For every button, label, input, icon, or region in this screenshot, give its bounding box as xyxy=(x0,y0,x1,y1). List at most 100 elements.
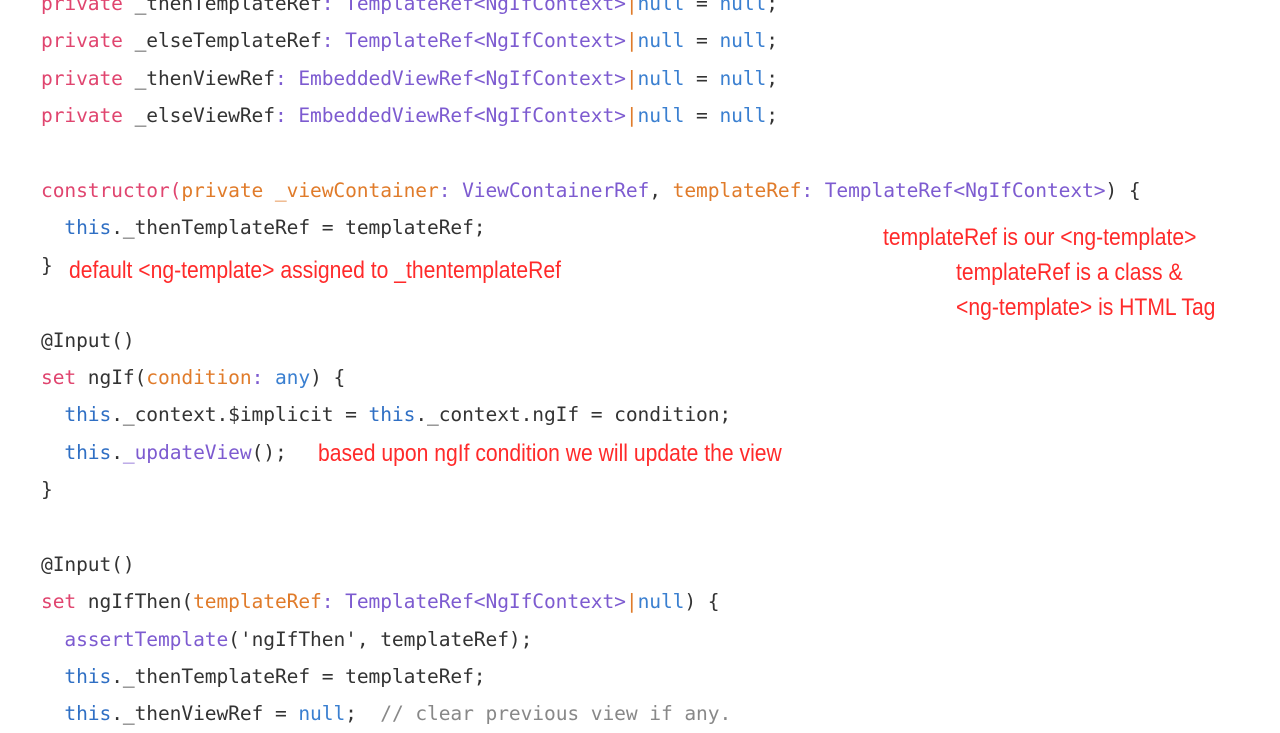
code-token: private _viewContainer xyxy=(181,178,439,202)
annotation-template-ref-2: templateRef is a class & xyxy=(956,259,1183,286)
code-token: this xyxy=(368,403,416,427)
code-line: private _thenViewRef: EmbeddedViewRef<Ng… xyxy=(41,60,1141,97)
code-token: | xyxy=(625,590,638,614)
code-token: : TemplateRef<NgIfContext> xyxy=(321,29,626,53)
code-token: , xyxy=(649,178,673,202)
code-token: condition xyxy=(146,365,252,389)
code-token: private xyxy=(41,104,135,128)
code-token: = xyxy=(684,0,720,15)
code-line: @Input() xyxy=(41,546,1141,583)
code-token: (); xyxy=(251,440,287,464)
code-token: ._context.$implicit = xyxy=(111,403,369,427)
code-token: this xyxy=(64,216,112,240)
code-token: = xyxy=(684,29,720,53)
code-token: set xyxy=(41,365,88,389)
code-token: private xyxy=(41,29,135,53)
code-token: ._thenTemplateRef = templateRef; xyxy=(111,216,486,240)
code-token: null xyxy=(637,0,685,15)
code-token: null xyxy=(719,104,767,128)
code-token: ngIfThen( xyxy=(87,590,194,614)
code-token: private xyxy=(41,0,135,15)
code-token: ; xyxy=(766,104,778,128)
code-token: assertTemplate xyxy=(64,627,229,651)
code-token: | xyxy=(625,29,638,53)
code-token: set xyxy=(41,590,88,614)
code-line: assertTemplate('ngIfThen', templateRef); xyxy=(41,621,1141,658)
annotation-default-template: default <ng-template> assigned to _thent… xyxy=(69,257,561,284)
code-token: ._thenViewRef = xyxy=(111,702,299,726)
code-token: : TemplateRef<NgIfContext> xyxy=(321,0,626,15)
code-line: this._thenTemplateRef = templateRef; xyxy=(41,658,1141,695)
annotation-template-ref-1: templateRef is our <ng-template> xyxy=(883,224,1197,251)
code-token: ._context.ngIf = condition; xyxy=(415,403,732,427)
code-token: null xyxy=(719,66,767,90)
code-token: _updateView xyxy=(122,440,252,464)
code-token: ; xyxy=(766,29,778,53)
code-token: : EmbeddedViewRef<NgIfContext> xyxy=(274,66,626,90)
code-token: null xyxy=(637,590,685,614)
code-token: @Input() xyxy=(41,328,135,352)
code-token: = xyxy=(684,104,720,128)
code-token: ; xyxy=(766,66,778,90)
code-token: this xyxy=(64,440,112,464)
code-token: = xyxy=(684,66,720,90)
code-token: : xyxy=(251,365,275,389)
code-line: private _elseTemplateRef: TemplateRef<Ng… xyxy=(41,22,1141,59)
code-token: } xyxy=(41,478,53,502)
code-line: private _thenTemplateRef: TemplateRef<Ng… xyxy=(41,0,1141,22)
annotation-template-ref-3: <ng-template> is HTML Tag xyxy=(956,294,1216,321)
code-token: : TemplateRef<NgIfContext> xyxy=(801,178,1106,202)
code-token: : EmbeddedViewRef<NgIfContext> xyxy=(274,104,626,128)
code-token: . xyxy=(111,440,123,464)
code-token: null xyxy=(719,29,767,53)
code-token: ngIf( xyxy=(87,365,147,389)
code-token: this xyxy=(64,665,112,689)
code-line: constructor(private _viewContainer: View… xyxy=(41,172,1141,209)
code-token: ) { xyxy=(684,590,720,614)
code-line: this._thenViewRef = null; // clear previ… xyxy=(41,695,1141,732)
code-token: null xyxy=(637,104,685,128)
code-token: templateRef xyxy=(672,178,802,202)
code-line: private _elseViewRef: EmbeddedViewRef<Ng… xyxy=(41,97,1141,134)
code-token: | xyxy=(625,0,638,15)
code-token: this xyxy=(64,702,112,726)
code-token: null xyxy=(719,0,767,15)
code-token: | xyxy=(625,104,638,128)
code-token: constructor( xyxy=(41,178,182,202)
code-token: templateRef xyxy=(193,590,322,614)
code-token: null xyxy=(637,66,685,90)
code-token: : ViewContainerRef xyxy=(438,178,650,202)
code-token: null xyxy=(298,702,346,726)
code-line: this._context.$implicit = this._context.… xyxy=(41,396,1141,433)
code-token: | xyxy=(625,66,638,90)
code-token: ) { xyxy=(310,365,346,389)
code-token: ; xyxy=(345,702,381,726)
code-token: _elseTemplateRef xyxy=(134,29,322,53)
code-line: set ngIfThen(templateRef: TemplateRef<Ng… xyxy=(41,583,1141,620)
annotation-ngif-update: based upon ngIf condition we will update… xyxy=(318,440,782,467)
code-token: _thenViewRef xyxy=(134,66,275,90)
code-token: ('ngIfThen', templateRef); xyxy=(228,627,533,651)
code-token: null xyxy=(637,29,685,53)
code-token: private xyxy=(41,66,135,90)
code-block: private _thenTemplateRef: TemplateRef<Ng… xyxy=(41,0,1141,733)
code-line: set ngIf(condition: any) { xyxy=(41,359,1141,396)
code-line: @Input() xyxy=(41,322,1141,359)
code-token: ) { xyxy=(1105,178,1141,202)
code-token: this xyxy=(64,403,112,427)
code-token: } xyxy=(41,253,53,277)
code-token: _thenTemplateRef xyxy=(134,0,322,15)
code-token: any xyxy=(274,365,311,389)
code-line: } xyxy=(41,471,1141,508)
code-token: ._thenTemplateRef = templateRef; xyxy=(111,665,486,689)
code-token: ; xyxy=(766,0,778,15)
code-token: // clear previous view if any. xyxy=(380,702,732,726)
code-token: @Input() xyxy=(41,552,135,576)
